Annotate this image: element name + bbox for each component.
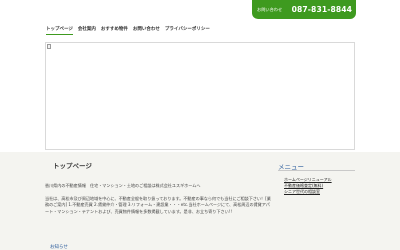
body-text: 当社は、高松市及び周辺地域を中心に、不動産全般を取り扱っております。不動産の事な… xyxy=(45,196,271,214)
broken-image-icon xyxy=(46,43,51,49)
nav-item-recommended[interactable]: おすすめ物件 xyxy=(101,25,128,35)
main-nav: トップページ 会社案内 おすすめ物件 お問い合わせ プライバシーポリシー xyxy=(46,25,215,35)
page-title: トップページ xyxy=(53,162,92,170)
contact-header-box[interactable]: お問い合わせ 087-831-8844 xyxy=(252,0,356,19)
phone-number[interactable]: 087-831-8844 xyxy=(292,5,352,14)
intro-text: 香川県内の不動産情報 住宅・マンション・土地のご相談は株式会社ユスギホームへ xyxy=(45,183,201,188)
sidebar-link-renewal[interactable]: ホームページリニューアル xyxy=(284,177,332,183)
nav-item-company[interactable]: 会社案内 xyxy=(78,25,96,35)
main-image-frame xyxy=(45,42,355,150)
sidebar-divider xyxy=(278,170,355,171)
nav-item-top[interactable]: トップページ xyxy=(46,25,73,35)
sidebar-menu: ホームページリニューアル 不動産価格査定(無料) シニア世代の相談室 xyxy=(284,177,332,194)
contact-label[interactable]: お問い合わせ xyxy=(257,7,282,13)
nav-item-privacy[interactable]: プライバシーポリシー xyxy=(165,25,210,35)
sidebar-link-senior[interactable]: シニア世代の相談室 xyxy=(284,189,332,195)
news-heading: お知らせ xyxy=(50,245,68,250)
nav-item-contact[interactable]: お問い合わせ xyxy=(133,25,160,35)
